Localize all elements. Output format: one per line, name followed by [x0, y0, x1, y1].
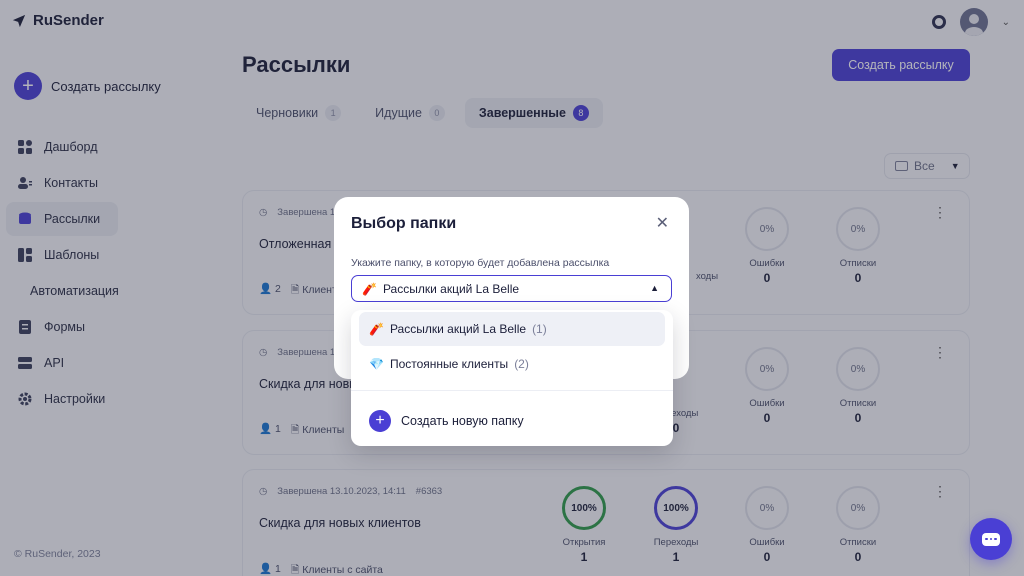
dropdown-divider	[351, 390, 673, 391]
create-folder-button[interactable]: + Создать новую папку	[369, 410, 524, 432]
folder-select[interactable]: 🧨 Рассылки акций La Belle ▲	[351, 275, 672, 302]
folder-option-count: (2)	[514, 357, 529, 371]
folder-dropdown: 🧨 Рассылки акций La Belle (1) 💎 Постоянн…	[351, 310, 673, 446]
firecracker-icon: 🧨	[369, 322, 384, 336]
modal-title: Выбор папки	[351, 215, 457, 232]
plus-icon: +	[369, 410, 391, 432]
close-icon[interactable]: ✕	[656, 213, 669, 233]
folder-select-value: Рассылки акций La Belle	[382, 281, 520, 296]
folder-option-count: (1)	[532, 322, 547, 336]
modal-hint: Укажите папку, в которую будет добавлена…	[351, 257, 610, 269]
folder-option-label: Постоянные клиенты	[389, 357, 509, 371]
gem-icon: 💎	[369, 357, 384, 371]
chevron-up-icon: ▲	[650, 283, 659, 293]
folder-option[interactable]: 🧨 Рассылки акций La Belle (1)	[359, 312, 665, 346]
folder-option-label: Рассылки акций La Belle	[389, 322, 527, 336]
chat-icon	[982, 532, 1000, 546]
chat-button[interactable]	[970, 518, 1012, 560]
folder-option[interactable]: 💎 Постоянные клиенты (2)	[359, 347, 665, 381]
create-folder-label: Создать новую папку	[401, 414, 524, 428]
firecracker-icon: 🧨	[362, 281, 377, 296]
